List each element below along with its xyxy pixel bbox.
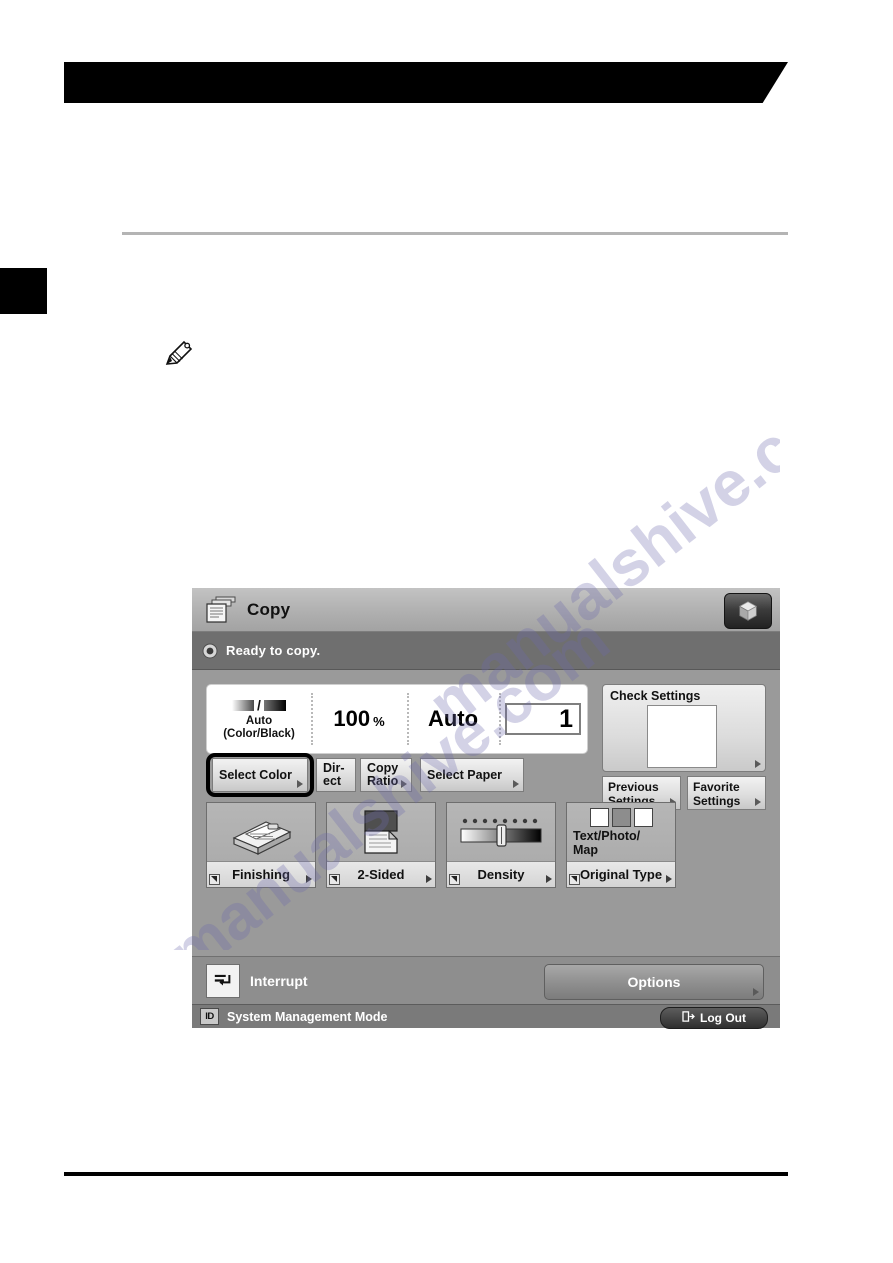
interrupt-icon[interactable]: [206, 963, 240, 998]
chapter-side-tab: [0, 268, 47, 314]
chevron-right-icon: [297, 780, 303, 788]
previous-settings-line1: Previous: [608, 780, 659, 794]
readout-copy-ratio: 100%: [311, 685, 407, 753]
readout-ratio-unit: %: [373, 714, 385, 729]
panel-status-strip: Ready to copy.: [192, 632, 780, 670]
original-type-button[interactable]: Text/Photo/ Map Original Type: [566, 802, 676, 888]
chevron-right-icon: [666, 875, 672, 883]
two-sided-page-icon: [327, 803, 435, 861]
two-sided-button[interactable]: 2-Sided: [326, 802, 436, 888]
favorite-settings-button[interactable]: Favorite Settings: [687, 776, 766, 810]
favorite-settings-line1: Favorite: [693, 780, 740, 794]
log-out-button[interactable]: Log Out: [660, 1007, 768, 1029]
readout-color-line1: Auto: [245, 715, 273, 727]
chevron-right-icon: [306, 875, 312, 883]
logout-icon: [682, 1011, 695, 1025]
copy-count-value: 1: [559, 704, 573, 733]
copy-ratio-label-line1: Copy: [367, 761, 399, 775]
finishing-button[interactable]: Finishing: [206, 802, 316, 888]
copy-ratio-label-line2: Ratio: [367, 774, 399, 788]
interrupt-label: Interrupt: [250, 972, 308, 989]
cube-icon[interactable]: [724, 593, 772, 629]
id-badge: ID: [200, 1008, 219, 1025]
settings-readout-strip: / Auto (Color/Black) 100% Auto 1: [206, 684, 588, 754]
copy-ratio-button[interactable]: Copy Ratio: [360, 758, 412, 792]
footer-divider-black: [64, 1172, 788, 1176]
chevron-right-icon: [401, 780, 407, 788]
expand-icon: [209, 874, 220, 885]
expand-icon: [329, 874, 340, 885]
chevron-right-icon: [755, 798, 761, 806]
finishing-label: Finishing: [207, 861, 315, 887]
expand-icon: [449, 874, 460, 885]
readout-color-mode: / Auto (Color/Black): [207, 685, 311, 753]
readout-paper-value: Auto: [427, 706, 479, 731]
page-header-bar: [64, 62, 788, 103]
panel-action-bar: Interrupt Options: [192, 956, 780, 1004]
text-mode-icon: [589, 807, 609, 827]
check-settings-button[interactable]: Check Settings: [602, 684, 766, 772]
original-type-icon: [589, 807, 653, 827]
select-color-button[interactable]: Select Color: [212, 758, 308, 792]
select-paper-button[interactable]: Select Paper: [420, 758, 524, 792]
direct-label-line1: Dir-: [323, 761, 345, 775]
check-settings-label: Check Settings: [610, 689, 701, 703]
color-black-gradient-icon: /: [232, 697, 286, 713]
chevron-right-icon: [755, 760, 761, 768]
select-color-label: Select Color: [219, 767, 292, 782]
section-divider-gray: [122, 232, 788, 235]
status-ready-icon: [202, 643, 218, 659]
panel-title: Copy: [247, 599, 291, 619]
options-button[interactable]: Options: [544, 964, 764, 1000]
density-button[interactable]: Density: [446, 802, 556, 888]
pencil-note-icon: [163, 338, 195, 368]
density-label: Density: [447, 861, 555, 887]
chevron-right-icon: [753, 988, 759, 996]
panel-titlebar: Copy: [192, 588, 780, 632]
density-slider-icon: [447, 803, 555, 861]
chevron-right-icon: [513, 780, 519, 788]
panel-footer-bar: ID System Management Mode Log Out: [192, 1004, 780, 1029]
function-button-row: Finishing 2-Sided Density Text/Photo/ Ma…: [206, 802, 676, 888]
expand-icon: [569, 874, 580, 885]
chevron-right-icon: [546, 875, 552, 883]
copy-documents-icon: [204, 595, 238, 625]
copier-touch-panel: Copy Ready to copy. / Auto (Color/Black)…: [192, 588, 780, 1029]
chevron-right-icon: [426, 875, 432, 883]
readout-copy-count: 1: [499, 685, 587, 753]
copy-count-field[interactable]: 1: [505, 703, 581, 735]
original-type-label: Original Type: [567, 861, 675, 887]
original-type-value-line1: Text/Photo/: [573, 828, 641, 843]
direct-label-line2: ect: [323, 774, 342, 788]
options-label: Options: [627, 974, 681, 990]
readout-ratio-value: 100: [333, 706, 371, 731]
logout-label: Log Out: [700, 1011, 746, 1025]
photo-mode-icon: [611, 807, 631, 827]
readout-color-line2: (Color/Black): [223, 728, 295, 740]
direct-button[interactable]: Dir- ect: [316, 758, 356, 792]
readout-paper-size: Auto: [407, 685, 499, 753]
panel-status-text: Ready to copy.: [226, 643, 321, 658]
settings-preview-icon: [647, 705, 717, 768]
finishing-stack-icon: [207, 803, 315, 861]
select-paper-label: Select Paper: [427, 767, 503, 782]
original-type-value-line2: Map: [573, 842, 598, 857]
favorite-settings-line2: Settings: [693, 794, 741, 808]
map-mode-icon: [633, 807, 653, 827]
two-sided-label: 2-Sided: [327, 861, 435, 887]
panel-main-area: / Auto (Color/Black) 100% Auto 1 Select …: [192, 670, 780, 956]
system-mode-text: System Management Mode: [227, 1009, 388, 1024]
